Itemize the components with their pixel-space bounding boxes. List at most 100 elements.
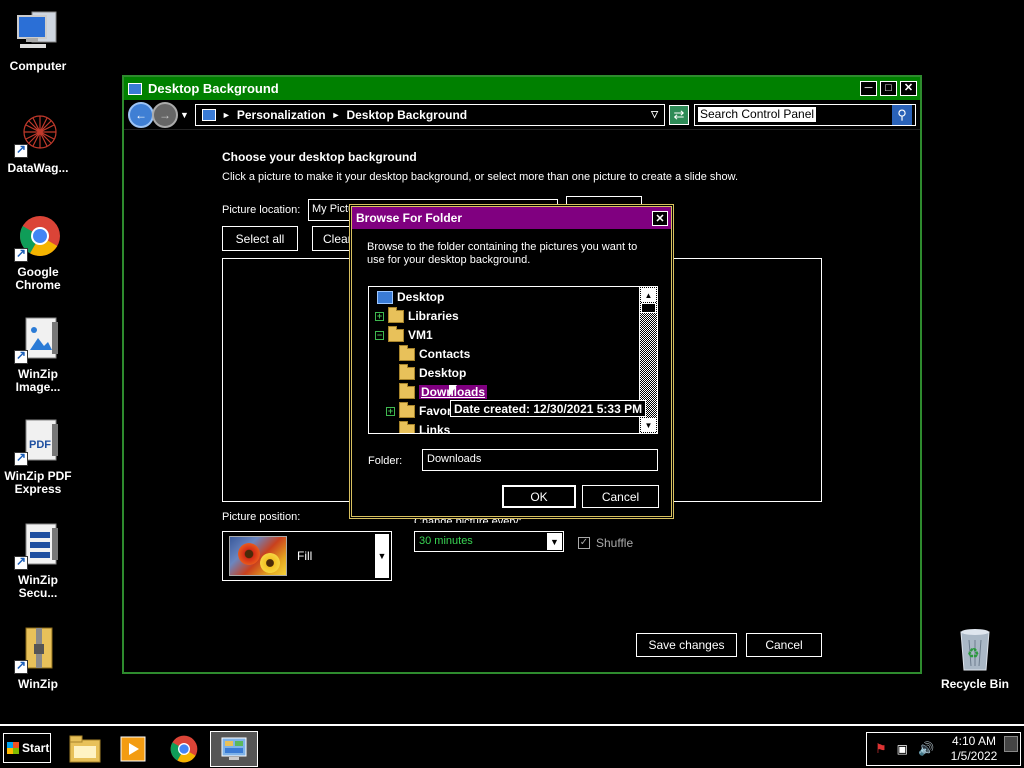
picture-position-select[interactable]: Fill ▼ xyxy=(222,531,392,581)
winzip-image-icon xyxy=(14,316,62,364)
page-heading: Choose your desktop background xyxy=(222,150,417,164)
position-preview-thumbnail xyxy=(229,536,287,576)
tree-item-desktop-folder[interactable]: Desktop xyxy=(399,363,466,382)
breadcrumb-desktop-background[interactable]: Desktop Background xyxy=(346,108,467,122)
desktop-icon-computer[interactable]: Computer xyxy=(0,8,76,73)
tree-item-label: Libraries xyxy=(408,309,459,323)
cancel-button[interactable]: Cancel xyxy=(746,633,822,657)
dialog-title: Browse For Folder xyxy=(356,211,463,225)
desktop-icon-winzip-secure[interactable]: WinZip Secu... xyxy=(0,522,76,600)
window-titlebar[interactable]: Desktop Background ─ □ ✕ xyxy=(124,77,920,100)
folder-label: Folder: xyxy=(368,455,403,467)
picture-location-label: Picture location: xyxy=(222,204,301,216)
desktop-icon-label: Google Chrome xyxy=(15,265,61,292)
checkmark-icon[interactable]: ✓ xyxy=(578,537,590,549)
file-explorer-icon xyxy=(69,735,101,763)
chrome-icon xyxy=(170,735,198,763)
taskbar-chrome[interactable] xyxy=(165,731,203,767)
desktop-icon-label: WinZip xyxy=(18,677,58,691)
desktop-icon-label: DataWag... xyxy=(7,161,69,175)
taskbar-media-player[interactable] xyxy=(114,731,152,767)
volume-icon[interactable]: 🔊 xyxy=(918,741,934,757)
shortcut-arrow-icon xyxy=(14,348,28,364)
tree-item-links[interactable]: Links xyxy=(399,420,450,433)
start-button[interactable]: Start xyxy=(3,733,51,763)
desktop-icon-chrome[interactable]: Google Chrome xyxy=(0,214,76,292)
folder-icon xyxy=(399,401,415,418)
desktop-icon-label: WinZip PDF Express xyxy=(4,469,72,496)
refresh-icon: ⇄ xyxy=(673,106,685,122)
close-button[interactable]: ✕ xyxy=(900,81,917,96)
action-center-flag-icon[interactable]: ⚑ xyxy=(875,741,887,757)
search-button[interactable]: ⚲ xyxy=(892,104,912,125)
shortcut-arrow-icon xyxy=(14,554,28,570)
picture-position-value: Fill xyxy=(297,549,313,563)
browse-for-folder-dialog: Browse For Folder ✕ Browse to the folder… xyxy=(349,204,674,519)
shortcut-arrow-icon xyxy=(14,246,28,262)
computer-icon xyxy=(14,8,62,56)
forward-button[interactable]: → xyxy=(152,101,178,128)
tree-item-libraries[interactable]: + Libraries xyxy=(375,306,459,325)
chevron-right-icon[interactable]: ► xyxy=(222,110,231,120)
ok-button[interactable]: OK xyxy=(502,485,576,508)
chevron-down-icon[interactable]: ▼ xyxy=(547,533,562,550)
scroll-down-icon[interactable]: ▼ xyxy=(641,418,656,432)
window-title: Desktop Background xyxy=(148,81,279,96)
refresh-button[interactable]: ⇄ xyxy=(669,104,689,125)
shuffle-checkbox[interactable]: ✓ Shuffle xyxy=(578,536,633,550)
tree-item-label: Contacts xyxy=(419,347,471,361)
taskbar-file-explorer[interactable] xyxy=(66,731,104,767)
taskbar-control-panel[interactable] xyxy=(210,731,258,767)
scrollbar-thumb[interactable] xyxy=(641,303,656,313)
collapse-icon[interactable]: − xyxy=(375,330,384,340)
dialog-titlebar[interactable]: Browse For Folder ✕ xyxy=(352,207,671,229)
chevron-down-icon[interactable]: ▼ xyxy=(375,534,389,578)
tree-item-downloads[interactable]: Downloads xyxy=(399,382,488,401)
windows-logo-icon xyxy=(7,742,19,754)
select-all-button[interactable]: Select all xyxy=(222,226,298,251)
minimize-button[interactable]: ─ xyxy=(860,81,877,96)
shuffle-label: Shuffle xyxy=(596,536,634,550)
desktop-icon-winzip-pdf[interactable]: PDF WinZip PDF Express xyxy=(0,418,76,496)
tree-item-contacts[interactable]: Contacts xyxy=(399,344,471,363)
forward-arrow-icon: → xyxy=(159,107,171,122)
dialog-close-button[interactable]: ✕ xyxy=(652,210,668,226)
expand-icon[interactable]: + xyxy=(375,311,384,321)
dialog-cancel-button[interactable]: Cancel xyxy=(582,485,659,508)
address-bar[interactable]: ► Personalization ► Desktop Background ▽ xyxy=(194,103,665,126)
desktop-icon-recycle-bin[interactable]: ♻ Recycle Bin xyxy=(936,626,1014,691)
show-desktop-button[interactable] xyxy=(1004,736,1018,752)
desktop-icon-winzip-image[interactable]: WinZip Image... xyxy=(0,316,76,394)
desktop-icon-datawag[interactable]: DataWag... xyxy=(0,110,76,175)
minimize-icon: ─ xyxy=(864,82,873,94)
recent-pages-dropdown[interactable]: ▼ xyxy=(180,110,189,120)
interval-value: 30 minutes xyxy=(419,535,473,547)
tree-item-vm1[interactable]: − VM1 xyxy=(375,325,433,344)
desktop-icon-winzip[interactable]: WinZip xyxy=(0,626,76,691)
search-input[interactable]: Search Control Panel xyxy=(698,107,817,122)
maximize-button[interactable]: □ xyxy=(880,81,897,96)
shortcut-arrow-icon xyxy=(14,142,28,158)
system-clock[interactable]: 4:10 AM 1/5/2022 xyxy=(950,734,998,764)
expand-icon[interactable]: + xyxy=(386,406,395,416)
date-created-tooltip: Date created: 12/30/2021 5:33 PM xyxy=(450,400,647,417)
breadcrumb-personalization[interactable]: Personalization xyxy=(237,108,326,122)
scroll-up-icon[interactable]: ▲ xyxy=(641,288,656,302)
address-dropdown-icon[interactable]: ▽ xyxy=(651,109,658,120)
navigation-bar: ← → ▼ ► Personalization ► Desktop Backgr… xyxy=(124,100,920,130)
search-box[interactable]: Search Control Panel ⚲ xyxy=(694,103,916,126)
tree-item-desktop[interactable]: Desktop xyxy=(377,288,444,306)
control-panel-icon xyxy=(128,82,142,95)
taskbar: Start ⚑ ▣ 🔊 4:10 AM 1/5/2022 xyxy=(0,724,1024,768)
svg-text:♻: ♻ xyxy=(967,645,980,661)
network-icon[interactable]: ▣ xyxy=(897,742,908,756)
chevron-right-icon[interactable]: ► xyxy=(332,110,341,120)
folder-input[interactable]: Downloads xyxy=(422,449,658,471)
folder-icon xyxy=(399,344,415,361)
save-changes-button[interactable]: Save changes xyxy=(636,633,737,657)
interval-select[interactable]: 30 minutes ▼ xyxy=(414,531,564,552)
back-button[interactable]: ← xyxy=(128,101,154,128)
control-panel-icon xyxy=(201,108,216,121)
libraries-icon xyxy=(388,306,404,323)
desktop-icon-label: Recycle Bin xyxy=(940,677,1010,691)
